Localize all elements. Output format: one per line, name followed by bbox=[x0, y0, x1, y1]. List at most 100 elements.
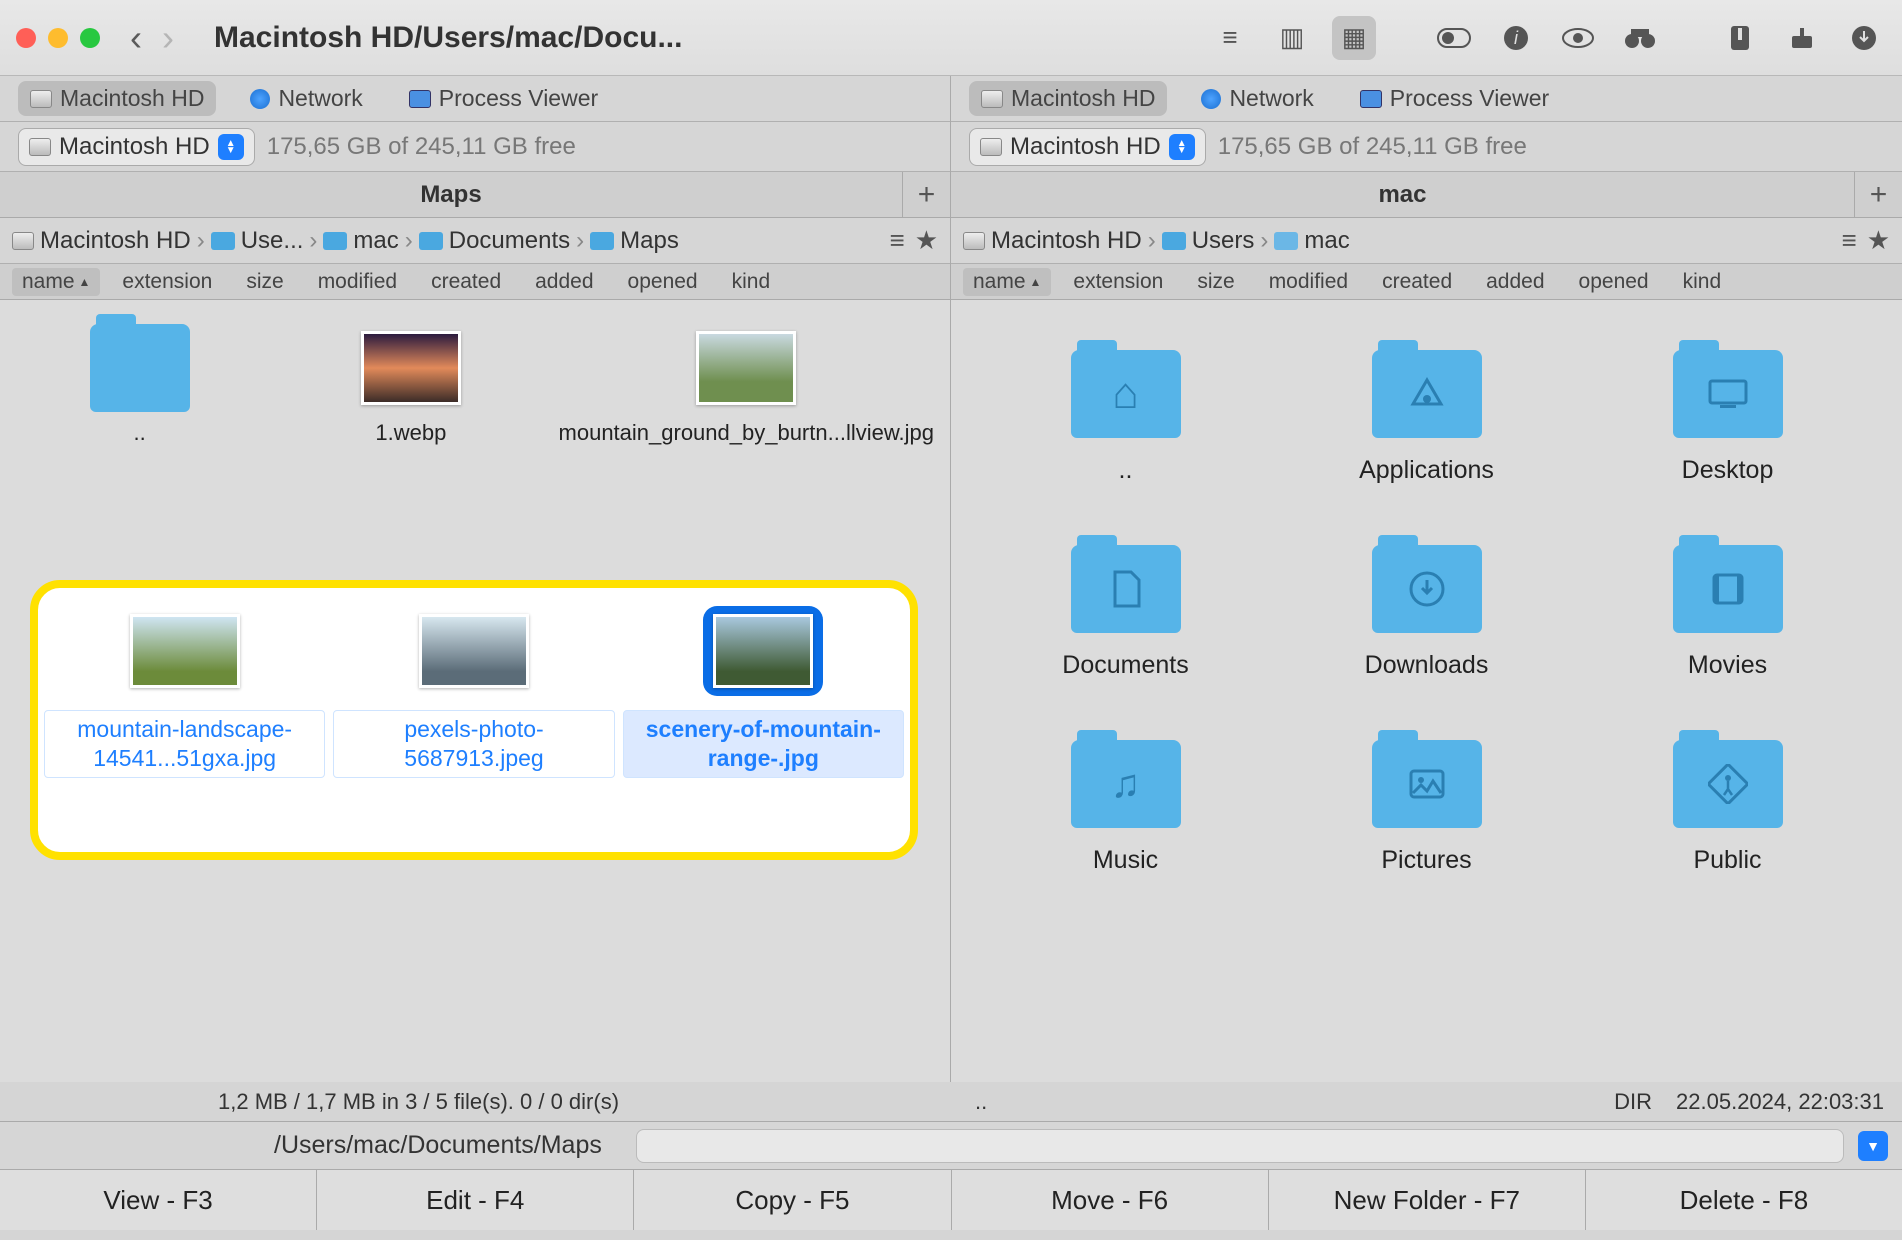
volume-selector[interactable]: Macintosh HD ▲▼ bbox=[18, 128, 255, 166]
crumb[interactable]: Macintosh HD bbox=[40, 227, 191, 255]
folder-item[interactable]: Downloads bbox=[1280, 545, 1573, 680]
download-icon[interactable] bbox=[1842, 16, 1886, 60]
preview-icon[interactable] bbox=[1556, 16, 1600, 60]
source-hd[interactable]: Macintosh HD bbox=[969, 81, 1167, 116]
col-kind[interactable]: kind bbox=[1671, 270, 1734, 294]
crumb[interactable]: Use... bbox=[241, 227, 304, 255]
col-size[interactable]: size bbox=[234, 270, 295, 294]
volume-selector[interactable]: Macintosh HD ▲▼ bbox=[969, 128, 1206, 166]
col-opened[interactable]: opened bbox=[1567, 270, 1661, 294]
col-kind[interactable]: kind bbox=[720, 270, 783, 294]
crumb[interactable]: Documents bbox=[449, 227, 570, 255]
folder-item[interactable]: Documents bbox=[979, 545, 1272, 680]
fkey-move[interactable]: Move - F6 bbox=[952, 1170, 1269, 1230]
list-mini-icon[interactable]: ≡ bbox=[1842, 225, 1857, 256]
col-ext[interactable]: extension bbox=[110, 270, 224, 294]
crumb[interactable]: mac bbox=[1304, 227, 1349, 255]
col-created[interactable]: created bbox=[419, 270, 513, 294]
dropdown-icon[interactable]: ▼ bbox=[1858, 1131, 1888, 1161]
forward-button[interactable]: › bbox=[162, 17, 174, 59]
folder-icon bbox=[1673, 740, 1783, 828]
zoom-icon[interactable] bbox=[80, 28, 100, 48]
crumb[interactable]: Macintosh HD bbox=[991, 227, 1142, 255]
info-icon[interactable]: i bbox=[1494, 16, 1538, 60]
col-ext[interactable]: extension bbox=[1061, 270, 1175, 294]
col-added[interactable]: added bbox=[1474, 270, 1556, 294]
share-icon[interactable] bbox=[1780, 16, 1824, 60]
folder-icon bbox=[1673, 545, 1783, 633]
image-thumb-icon bbox=[419, 614, 529, 688]
folder-icon bbox=[1372, 350, 1482, 438]
file-item[interactable]: mountain_ground_by_burtn...llview.jpg bbox=[551, 320, 942, 454]
command-input[interactable] bbox=[636, 1129, 1844, 1163]
star-icon[interactable]: ★ bbox=[915, 225, 938, 256]
fkey-delete[interactable]: Delete - F8 bbox=[1586, 1170, 1902, 1230]
file-item[interactable]: .. bbox=[8, 320, 271, 454]
archive-icon[interactable] bbox=[1718, 16, 1762, 60]
right-columns: name▲ extension size modified created ad… bbox=[951, 264, 1902, 300]
add-tab-button[interactable]: + bbox=[1854, 172, 1902, 217]
file-item[interactable]: mountain-landscape-14541...51gxa.jpg bbox=[44, 606, 325, 842]
right-pane: Macintosh HD Network Process Viewer Maci… bbox=[951, 76, 1902, 1082]
col-name[interactable]: name▲ bbox=[963, 268, 1051, 296]
folder-item[interactable]: ⌂.. bbox=[979, 350, 1272, 485]
col-size[interactable]: size bbox=[1185, 270, 1246, 294]
file-item-selected[interactable]: scenery-of-mountain-range-.jpg bbox=[623, 606, 904, 842]
folder-name: .. bbox=[1119, 456, 1133, 485]
right-status: .. DIR 22.05.2024, 22:03:31 bbox=[951, 1089, 1902, 1115]
left-breadcrumb: Macintosh HD› Use...› mac› Documents› Ma… bbox=[0, 218, 950, 264]
source-network[interactable]: Network bbox=[1189, 81, 1325, 116]
crumb[interactable]: Maps bbox=[620, 227, 679, 255]
left-file-grid[interactable]: .. 1.webp mountain_ground_by_burtn...llv… bbox=[0, 300, 950, 1082]
binoculars-icon[interactable] bbox=[1618, 16, 1662, 60]
folder-icon bbox=[1372, 740, 1482, 828]
grid-view-icon[interactable]: ▦ bbox=[1332, 16, 1376, 60]
col-name[interactable]: name▲ bbox=[12, 268, 100, 296]
tab-current[interactable]: mac bbox=[951, 172, 1854, 217]
source-process-viewer[interactable]: Process Viewer bbox=[1348, 81, 1561, 116]
col-modified[interactable]: modified bbox=[306, 270, 409, 294]
col-created[interactable]: created bbox=[1370, 270, 1464, 294]
selection-highlight: mountain-landscape-14541...51gxa.jpg pex… bbox=[30, 580, 918, 860]
add-tab-button[interactable]: + bbox=[902, 172, 950, 217]
list-mini-icon[interactable]: ≡ bbox=[890, 225, 905, 256]
minimize-icon[interactable] bbox=[48, 28, 68, 48]
col-added[interactable]: added bbox=[523, 270, 605, 294]
folder-item[interactable]: Desktop bbox=[1581, 350, 1874, 485]
col-modified[interactable]: modified bbox=[1257, 270, 1360, 294]
crumb[interactable]: mac bbox=[353, 227, 398, 255]
tab-current[interactable]: Maps bbox=[0, 172, 902, 217]
folder-item[interactable]: Movies bbox=[1581, 545, 1874, 680]
fkey-edit[interactable]: Edit - F4 bbox=[317, 1170, 634, 1230]
titlebar: ‹ › Macintosh HD/Users/mac/Docu... ≡ ▥ ▦… bbox=[0, 0, 1902, 76]
file-item[interactable]: pexels-photo-5687913.jpeg bbox=[333, 606, 614, 842]
fkey-newfolder[interactable]: New Folder - F7 bbox=[1269, 1170, 1586, 1230]
right-breadcrumb: Macintosh HD› Users› mac ≡★ bbox=[951, 218, 1902, 264]
columns-view-icon[interactable]: ▥ bbox=[1270, 16, 1314, 60]
list-view-icon[interactable]: ≡ bbox=[1208, 16, 1252, 60]
image-thumb-icon bbox=[130, 614, 240, 688]
chevron-updown-icon: ▲▼ bbox=[1169, 134, 1195, 160]
folder-item[interactable]: ♫Music bbox=[979, 740, 1272, 875]
source-hd[interactable]: Macintosh HD bbox=[18, 81, 216, 116]
image-thumb-icon bbox=[713, 614, 813, 688]
file-item[interactable]: 1.webp bbox=[279, 320, 542, 454]
source-process-viewer[interactable]: Process Viewer bbox=[397, 81, 610, 116]
fkey-view[interactable]: View - F3 bbox=[0, 1170, 317, 1230]
right-volume-row: Macintosh HD ▲▼ 175,65 GB of 245,11 GB f… bbox=[951, 122, 1902, 172]
crumb[interactable]: Users bbox=[1192, 227, 1255, 255]
col-opened[interactable]: opened bbox=[616, 270, 710, 294]
folder-icon bbox=[90, 324, 190, 412]
file-name: .. bbox=[134, 420, 146, 446]
folder-item[interactable]: Public bbox=[1581, 740, 1874, 875]
fkey-copy[interactable]: Copy - F5 bbox=[634, 1170, 951, 1230]
right-file-grid[interactable]: ⌂.. Applications Desktop Documents Downl… bbox=[951, 300, 1902, 1082]
star-icon[interactable]: ★ bbox=[1867, 225, 1890, 256]
source-network[interactable]: Network bbox=[238, 81, 374, 116]
folder-item[interactable]: Pictures bbox=[1280, 740, 1573, 875]
close-icon[interactable] bbox=[16, 28, 36, 48]
folder-item[interactable]: Applications bbox=[1280, 350, 1573, 485]
back-button[interactable]: ‹ bbox=[130, 17, 142, 59]
toggle-icon[interactable] bbox=[1432, 16, 1476, 60]
nav-buttons: ‹ › bbox=[130, 17, 174, 59]
